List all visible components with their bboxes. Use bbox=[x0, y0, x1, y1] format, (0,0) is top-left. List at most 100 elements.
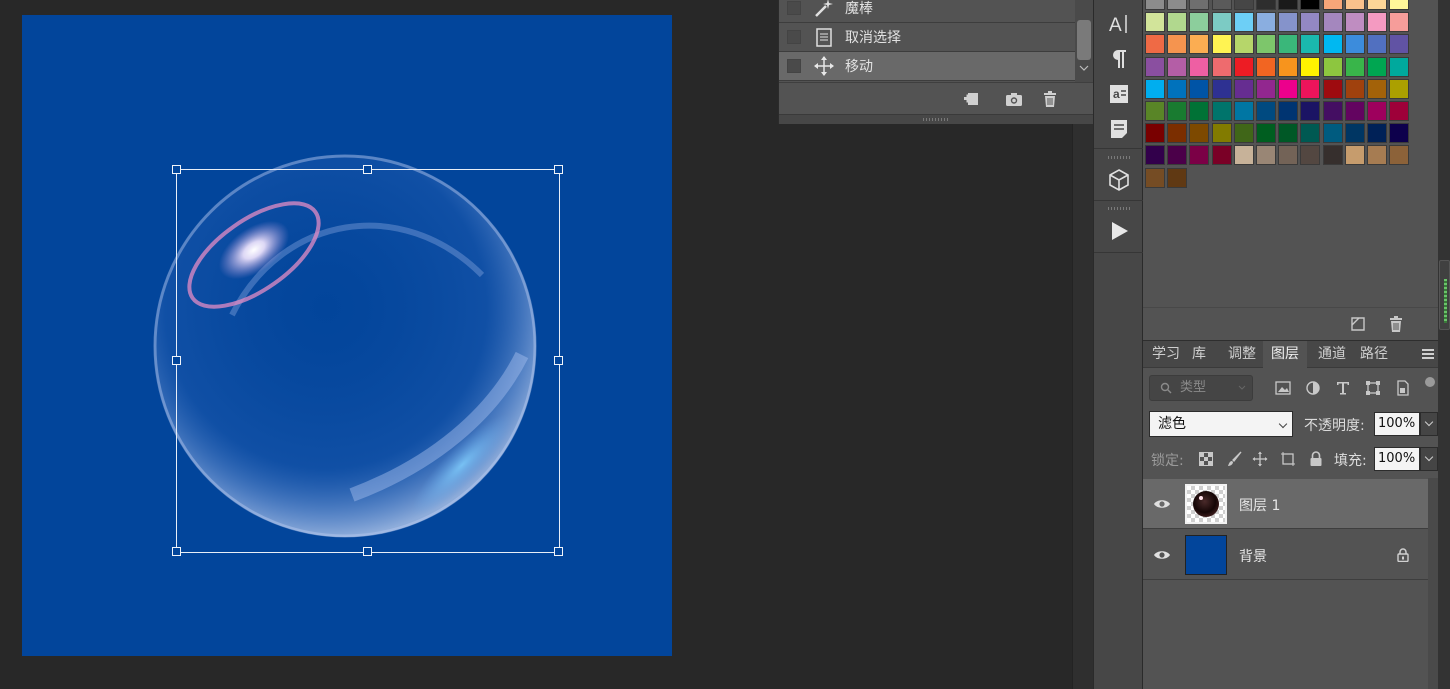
character-styles-icon[interactable]: a bbox=[1107, 82, 1131, 106]
swatch-color[interactable] bbox=[1367, 101, 1387, 121]
tab-libraries[interactable]: 库 bbox=[1185, 341, 1213, 368]
lock-transparent-pixels-icon[interactable] bbox=[1197, 450, 1215, 468]
swatch-color[interactable] bbox=[1167, 0, 1188, 10]
swatch-color[interactable] bbox=[1344, 145, 1365, 166]
swatch-color[interactable] bbox=[1300, 0, 1321, 10]
swatch-color[interactable] bbox=[1211, 78, 1232, 99]
swatch-color[interactable] bbox=[1389, 145, 1410, 166]
swatch-color[interactable] bbox=[1278, 56, 1299, 77]
swatch-color[interactable] bbox=[1322, 78, 1343, 99]
swatch-color[interactable] bbox=[1367, 0, 1387, 10]
shape-layer-filter-icon[interactable] bbox=[1364, 379, 1382, 397]
swatch-color[interactable] bbox=[1189, 145, 1210, 166]
swatch-color[interactable] bbox=[1322, 34, 1343, 55]
transform-handle-bottom[interactable] bbox=[363, 547, 372, 556]
transform-handle-top[interactable] bbox=[363, 165, 372, 174]
swatch-color[interactable] bbox=[1167, 78, 1188, 99]
swatch-color[interactable] bbox=[1278, 145, 1299, 166]
swatch-color[interactable] bbox=[1389, 101, 1410, 121]
swatch-color[interactable] bbox=[1145, 123, 1165, 144]
swatch-color[interactable] bbox=[1278, 12, 1299, 33]
scroll-down-icon[interactable] bbox=[1079, 64, 1089, 72]
opacity-input[interactable]: 100% bbox=[1374, 412, 1420, 436]
swatch-color[interactable] bbox=[1344, 56, 1365, 77]
swatch-color[interactable] bbox=[1167, 167, 1188, 188]
swatch-color[interactable] bbox=[1145, 167, 1165, 188]
trash-icon[interactable] bbox=[1041, 90, 1059, 108]
swatch-color[interactable] bbox=[1367, 145, 1387, 166]
lock-icon[interactable] bbox=[1396, 547, 1410, 563]
swatch-color[interactable] bbox=[1389, 0, 1410, 10]
swatch-color[interactable] bbox=[1344, 78, 1365, 99]
swatch-color[interactable] bbox=[1189, 56, 1210, 77]
swatch-color[interactable] bbox=[1300, 145, 1321, 166]
history-scrollbar[interactable] bbox=[1075, 0, 1093, 82]
free-transform-bounding-box[interactable] bbox=[172, 165, 563, 556]
panel-menu-icon[interactable] bbox=[1422, 349, 1434, 359]
swatch-color[interactable] bbox=[1322, 123, 1343, 144]
pixel-layer-filter-icon[interactable] bbox=[1274, 379, 1292, 397]
blend-mode-select[interactable]: 滤色 bbox=[1149, 411, 1293, 437]
swatch-color[interactable] bbox=[1367, 34, 1387, 55]
swatch-color[interactable] bbox=[1167, 56, 1188, 77]
swatch-color[interactable] bbox=[1233, 78, 1254, 99]
filter-toggle-switch[interactable] bbox=[1425, 377, 1435, 399]
swatch-color[interactable] bbox=[1256, 12, 1276, 33]
swatch-color[interactable] bbox=[1367, 12, 1387, 33]
transform-handle-left[interactable] bbox=[172, 356, 181, 365]
history-item-deselect[interactable]: 取消选择 bbox=[779, 23, 1075, 52]
trash-icon[interactable] bbox=[1387, 315, 1405, 333]
swatch-color[interactable] bbox=[1367, 78, 1387, 99]
transform-handle-right[interactable] bbox=[554, 356, 563, 365]
swatch-color[interactable] bbox=[1278, 34, 1299, 55]
swatch-color[interactable] bbox=[1145, 78, 1165, 99]
swatch-color[interactable] bbox=[1145, 34, 1165, 55]
swatch-color[interactable] bbox=[1300, 101, 1321, 121]
swatch-color[interactable] bbox=[1233, 145, 1254, 166]
swatch-color[interactable] bbox=[1344, 34, 1365, 55]
swatch-color[interactable] bbox=[1367, 123, 1387, 144]
swatch-color[interactable] bbox=[1256, 123, 1276, 144]
swatch-color[interactable] bbox=[1233, 0, 1254, 10]
swatch-color[interactable] bbox=[1189, 0, 1210, 10]
swatch-color[interactable] bbox=[1211, 123, 1232, 144]
tab-adjustments[interactable]: 调整 bbox=[1223, 341, 1261, 368]
history-snapshot-checkbox[interactable] bbox=[787, 59, 801, 73]
swatch-color[interactable] bbox=[1322, 12, 1343, 33]
swatch-color[interactable] bbox=[1145, 101, 1165, 121]
transform-handle-top-right[interactable] bbox=[554, 165, 563, 174]
swatch-color[interactable] bbox=[1145, 0, 1165, 10]
tab-layers[interactable]: 图层 bbox=[1263, 341, 1307, 368]
swatch-color[interactable] bbox=[1233, 123, 1254, 144]
layer-row-layer-1[interactable]: 图层 1 bbox=[1143, 479, 1428, 529]
history-snapshot-checkbox[interactable] bbox=[787, 1, 801, 15]
document-canvas[interactable] bbox=[22, 15, 672, 656]
history-snapshot-checkbox[interactable] bbox=[787, 30, 801, 44]
swatch-color[interactable] bbox=[1300, 56, 1321, 77]
lock-artboard-icon[interactable] bbox=[1279, 450, 1297, 468]
fill-input[interactable]: 100% bbox=[1374, 447, 1420, 471]
swatch-color[interactable] bbox=[1189, 101, 1210, 121]
swatch-color[interactable] bbox=[1233, 56, 1254, 77]
swatch-color[interactable] bbox=[1167, 145, 1188, 166]
swatch-color[interactable] bbox=[1211, 56, 1232, 77]
swatch-color[interactable] bbox=[1344, 0, 1365, 10]
swatch-color[interactable] bbox=[1233, 34, 1254, 55]
swatch-color[interactable] bbox=[1256, 34, 1276, 55]
swatch-color[interactable] bbox=[1344, 12, 1365, 33]
transform-handle-bottom-left[interactable] bbox=[172, 547, 181, 556]
layer-name[interactable]: 背景 bbox=[1239, 546, 1267, 566]
swatch-color[interactable] bbox=[1256, 56, 1276, 77]
history-scrollbar-thumb[interactable] bbox=[1077, 20, 1091, 60]
new-document-from-state-icon[interactable] bbox=[963, 90, 981, 108]
layer-thumbnail[interactable] bbox=[1185, 535, 1227, 575]
swatch-color[interactable] bbox=[1300, 78, 1321, 99]
swatch-color[interactable] bbox=[1167, 34, 1188, 55]
swatch-color[interactable] bbox=[1300, 12, 1321, 33]
layer-thumbnail[interactable] bbox=[1185, 484, 1227, 524]
transform-handle-bottom-right[interactable] bbox=[554, 547, 563, 556]
lock-image-pixels-brush-icon[interactable] bbox=[1226, 450, 1244, 468]
swatch-color[interactable] bbox=[1389, 123, 1410, 144]
eye-visibility-icon[interactable] bbox=[1153, 547, 1171, 563]
smart-object-filter-icon[interactable] bbox=[1394, 379, 1412, 397]
